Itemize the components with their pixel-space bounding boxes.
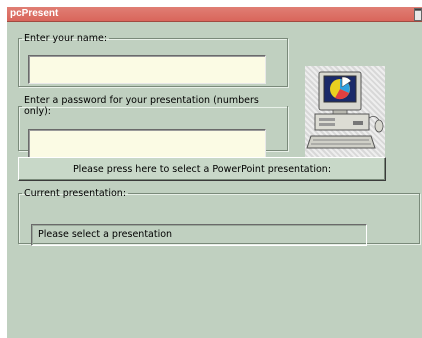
password-group: Enter a password for your presentation (…	[18, 95, 288, 158]
window-control-button[interactable]: ▔	[414, 8, 422, 21]
name-group: Enter your name:	[18, 33, 288, 87]
name-input[interactable]	[28, 55, 266, 84]
current-presentation-group: Current presentation: Please select a pr…	[18, 188, 420, 246]
current-presentation-label: Current presentation:	[24, 188, 127, 199]
computer-with-pie-chart-icon	[305, 66, 385, 162]
name-label: Enter your name:	[24, 33, 108, 44]
current-presentation-status: Please select a presentation	[31, 224, 367, 246]
app-window: pcPresent ▔ Enter your name: Enter a pas…	[7, 7, 422, 338]
select-presentation-button[interactable]: Please press here to select a PowerPoint…	[18, 157, 386, 181]
password-input[interactable]	[28, 129, 266, 158]
window-title: pcPresent	[10, 8, 59, 19]
title-bar[interactable]: pcPresent ▔	[7, 7, 422, 22]
password-label: Enter a password for your presentation (…	[24, 95, 259, 117]
client-area: Enter your name: Enter a password for yo…	[7, 22, 422, 338]
